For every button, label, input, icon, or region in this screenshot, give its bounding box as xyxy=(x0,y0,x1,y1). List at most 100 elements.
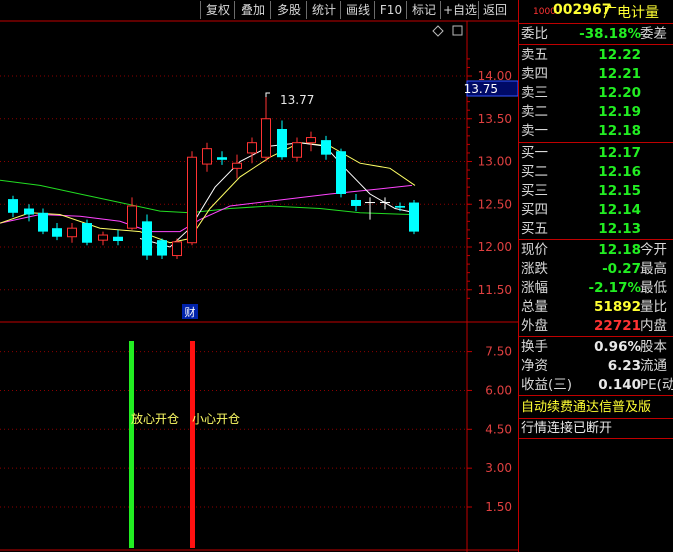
stat-label: 外盘 xyxy=(521,318,548,334)
candle-body xyxy=(24,208,34,215)
toolbar-button-5[interactable]: F10 xyxy=(374,1,407,19)
candle-20 xyxy=(306,131,316,152)
ask-row: 卖五 12.22 xyxy=(519,46,673,65)
panel-separator xyxy=(519,44,673,45)
candle-body xyxy=(38,212,48,232)
toolbar-button-6[interactable]: 标记 xyxy=(406,1,441,19)
price-axis-label: 13.00 xyxy=(478,155,512,169)
ask-price: 12.21 xyxy=(598,66,641,82)
toolbar-button-0[interactable]: 复权 xyxy=(200,1,235,19)
toolbar-button-4[interactable]: 画线 xyxy=(340,1,375,19)
candle-body xyxy=(98,234,108,241)
ask-level-label: 卖二 xyxy=(521,104,548,120)
finance-value: 0.140 xyxy=(598,377,641,393)
candle-body xyxy=(127,205,137,229)
stat-label-secondary: 今开 xyxy=(640,242,667,258)
connection-row: 行情连接已断开 xyxy=(519,419,673,438)
toolbar-button-3[interactable]: 统计 xyxy=(306,1,341,19)
sell-signal-label: 小心开仓 xyxy=(192,412,240,426)
stock-title: 1000 002967 广电计量 xyxy=(519,2,673,22)
ask-level-label: 卖五 xyxy=(521,47,548,63)
candle-12 xyxy=(187,151,197,246)
chart-toolbar: 复权 叠加 多股 统计 画线 F10 标记 +自选 返回 xyxy=(0,0,518,20)
bid-level-label: 买五 xyxy=(521,221,548,237)
candle-body xyxy=(8,199,18,213)
price-axis-label: 12.50 xyxy=(478,197,512,211)
candle-22 xyxy=(336,148,346,198)
bid-level-label: 买三 xyxy=(521,183,548,199)
candle-5 xyxy=(82,219,92,246)
window-restore-icon[interactable] xyxy=(452,25,463,36)
candle-body xyxy=(261,118,271,158)
sub-axis-label: 4.50 xyxy=(485,422,512,436)
panel-separator xyxy=(519,395,673,396)
candle-body xyxy=(172,241,182,257)
wecha-label: 委差 xyxy=(640,26,667,42)
candle-4 xyxy=(67,223,77,243)
bid-price: 12.17 xyxy=(598,145,641,161)
candle-3 xyxy=(52,223,62,241)
stock-terminal: 14.00 13.50 13.00 12.50 12.00 11.50 13.75 7.50 6… xyxy=(0,0,673,552)
toolbar-button-8[interactable]: 返回 xyxy=(478,1,511,19)
notice-row[interactable]: 自动续费通达信普及版 xyxy=(519,398,673,417)
buy-signal-label: 放心开仓 xyxy=(131,411,179,426)
chart-area: 14.0013.5013.0012.5012.0011.5013.757.506… xyxy=(0,20,518,552)
bid-level-label: 买一 xyxy=(521,145,548,161)
ask-level-label: 卖四 xyxy=(521,66,548,82)
toolbar-button-1[interactable]: 叠加 xyxy=(234,1,271,19)
finance-value: 6.23 xyxy=(607,358,641,374)
sub-axis-label: 6.00 xyxy=(485,383,512,397)
candle-body xyxy=(395,205,405,208)
candle-24 xyxy=(365,197,375,220)
sell-signal-bar xyxy=(190,341,195,548)
connection-status: 行情连接已断开 xyxy=(521,421,613,436)
bid-price: 12.13 xyxy=(598,221,641,237)
webi-row: 委比 -38.18% 委差 xyxy=(519,25,673,44)
candle-15 xyxy=(232,154,242,179)
ask-price: 12.18 xyxy=(598,123,641,139)
finance-label-secondary: 股本 xyxy=(640,339,667,355)
bid-row: 买五 12.13 xyxy=(519,220,673,239)
ask-row: 卖二 12.19 xyxy=(519,103,673,122)
finance-marker-label[interactable]: 财 xyxy=(185,305,196,319)
ask-price: 12.19 xyxy=(598,104,641,120)
stat-row: 涨跌 -0.27 最高 xyxy=(519,260,673,279)
ask-level-label: 卖一 xyxy=(521,123,548,139)
candle-25 xyxy=(380,197,390,210)
stat-label-secondary: 内盘 xyxy=(640,318,667,334)
bid-price: 12.16 xyxy=(598,164,641,180)
stat-label-secondary: 最低 xyxy=(640,280,667,296)
finance-label: 收益(三) xyxy=(521,377,573,393)
ask-price: 12.20 xyxy=(598,85,641,101)
toolbar-button-7[interactable]: +自选 xyxy=(440,1,479,19)
bid-level-label: 买四 xyxy=(521,202,548,218)
stat-value: 12.18 xyxy=(598,242,641,258)
sub-axis-label: 3.00 xyxy=(485,461,512,475)
stock-name: 广电计量 xyxy=(603,5,659,21)
candle-body xyxy=(67,227,77,238)
stat-row: 涨幅 -2.17% 最低 xyxy=(519,279,673,298)
toolbar-button-2[interactable]: 多股 xyxy=(270,1,307,19)
candle-10 xyxy=(157,238,167,259)
candle-21 xyxy=(321,135,331,160)
candle-8 xyxy=(127,197,137,230)
bid-row: 买一 12.17 xyxy=(519,144,673,163)
candle-19 xyxy=(292,137,302,162)
stat-label-secondary: 量比 xyxy=(640,299,667,315)
bid-price: 12.14 xyxy=(598,202,641,218)
diamond-icon[interactable] xyxy=(432,25,444,37)
candle-body xyxy=(409,202,419,232)
stat-label: 涨幅 xyxy=(521,280,548,296)
finance-row: 收益(三) 0.140 PE(动 xyxy=(519,376,673,395)
panel-separator xyxy=(519,239,673,240)
finance-row: 净资 6.23 流通 xyxy=(519,357,673,376)
finance-row: 换手 0.96% 股本 xyxy=(519,338,673,357)
candle-body xyxy=(52,228,62,237)
candle-23 xyxy=(351,193,361,212)
candle-body xyxy=(187,156,197,244)
candle-16 xyxy=(247,137,257,164)
high-marker-pointer xyxy=(265,92,270,97)
candle-body xyxy=(217,157,227,160)
candle-body xyxy=(306,137,316,144)
candle-body xyxy=(82,223,92,243)
